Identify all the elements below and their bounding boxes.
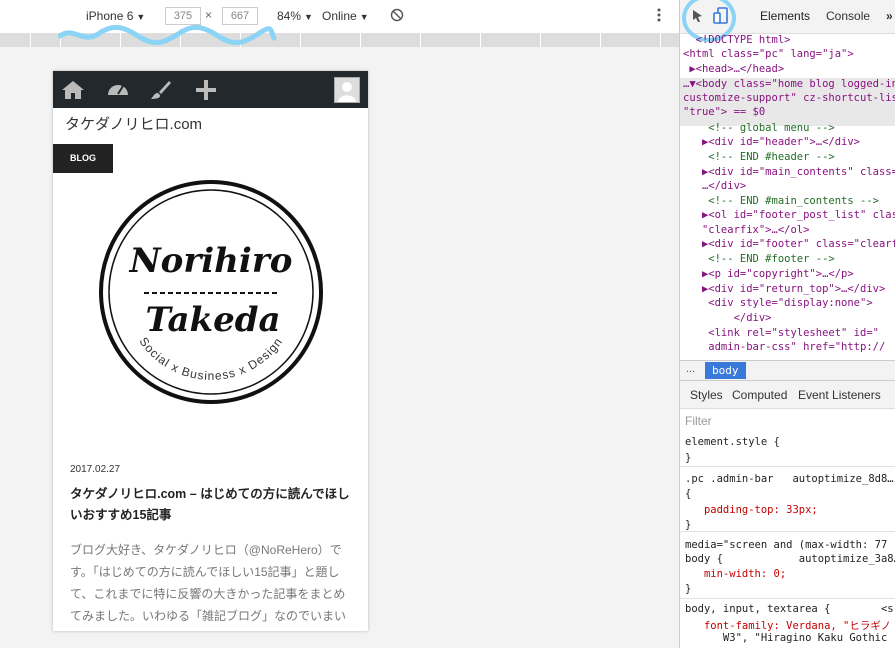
style-rule-line[interactable]: media="screen and (max-width: 77 <box>685 539 887 551</box>
breadcrumb: ... body <box>680 360 895 381</box>
rotate-icon[interactable] <box>390 8 404 25</box>
more-tabs-icon[interactable]: » <box>886 9 893 23</box>
dom-node-line[interactable]: <div style="display:none"> <box>683 297 872 309</box>
tab-console[interactable]: Console <box>826 9 870 23</box>
logo-line1: Norihiro <box>129 241 293 281</box>
device-name: iPhone 6 <box>86 9 134 23</box>
device-select[interactable]: iPhone 6 ▼ <box>86 9 145 23</box>
dom-node-line[interactable]: </div> <box>683 312 772 324</box>
dom-node-line[interactable]: <link rel="stylesheet" id=" <box>683 327 879 339</box>
network-value: Online <box>322 9 357 23</box>
breadcrumb-ellipsis[interactable]: ... <box>686 363 695 375</box>
post-date: 2017.02.27 <box>70 464 121 475</box>
styles-subtabs: Styles Computed Event Listeners <box>680 381 895 409</box>
logo-line2: Takeda <box>145 300 280 340</box>
dom-node-line[interactable]: ▶<div id="header">…</div> <box>683 136 860 148</box>
post-excerpt: ブログ大好き、タケダノリヒロ（@NoReHero）です。「はじめての方に読んでほ… <box>70 543 347 623</box>
emulated-phone-page: タケダノリヒロ.com BLOG Norihiro Takeda Social … <box>53 71 368 631</box>
admin-bar <box>53 71 368 108</box>
network-select[interactable]: Online ▼ <box>322 9 369 23</box>
post-title[interactable]: タケダノリヒロ.com – はじめての方に読んでほしいおすすめ15記事 <box>70 484 350 526</box>
dimension-times: × <box>205 8 213 22</box>
customize-brush-icon[interactable] <box>148 77 174 103</box>
style-rule-line[interactable]: padding-top: 33px; <box>685 504 818 516</box>
tab-event-listeners[interactable]: Event Listeners <box>798 388 881 402</box>
style-rule-line[interactable]: .pc .admin-bar autoptimize_8d8… <box>685 473 894 485</box>
zoom-value: 84% <box>277 9 302 23</box>
chevron-down-icon: ▼ <box>359 12 369 22</box>
zoom-select[interactable]: 84% ▼ <box>277 9 313 23</box>
style-rule-line[interactable]: body, input, textarea { <s <box>685 603 894 615</box>
dom-node-line[interactable]: …</div> <box>683 180 746 192</box>
category-label[interactable]: BLOG <box>53 144 113 173</box>
style-rule-line[interactable]: { <box>685 488 691 500</box>
dom-node-line[interactable]: ▶<ol id="footer_post_list" class= <box>683 209 895 221</box>
home-icon[interactable] <box>60 77 86 103</box>
site-logo[interactable]: Norihiro Takeda Social x Business x Desi… <box>98 179 324 405</box>
dom-node-line[interactable]: <!-- END #footer --> <box>683 253 834 265</box>
style-rule-line[interactable]: element.style { <box>685 436 780 448</box>
highlight-squiggle <box>58 25 277 45</box>
dom-node-line[interactable]: ▶<div id="main_contents" class="clearfix… <box>683 166 895 178</box>
avatar[interactable] <box>334 77 360 103</box>
style-rule-line[interactable]: body { autoptimize_3a8… <box>685 553 895 565</box>
dom-node-line[interactable]: admin-bar-css" href="http:// <box>683 341 885 353</box>
devtools-panel: Elements Console » <!DOCTYPE html> <html … <box>679 0 895 648</box>
height-input[interactable]: 667 <box>222 7 258 25</box>
dom-node-line[interactable]: "clearfix">…</ol> <box>683 224 809 236</box>
device-viewport-area: iPhone 6 ▼ 375 × 667 84% ▼ Online ▼ タケダノ… <box>0 0 679 648</box>
width-input[interactable]: 375 <box>165 7 201 25</box>
chevron-down-icon: ▼ <box>304 12 313 22</box>
dom-node-line[interactable]: …▼<body class="home blog logged-in admin… <box>683 78 895 90</box>
style-rule-line[interactable]: } <box>685 452 691 464</box>
chevron-down-icon: ▼ <box>136 12 146 22</box>
style-rule-line[interactable]: W3", "Hiragino Kaku Gothic <box>685 632 887 644</box>
dom-node-line[interactable]: <!DOCTYPE html> <box>683 34 791 46</box>
dashboard-icon[interactable] <box>105 77 131 103</box>
breadcrumb-body[interactable]: body <box>705 362 746 379</box>
devtools-tabbar: Elements Console » <box>680 0 895 42</box>
tab-styles[interactable]: Styles <box>690 388 723 402</box>
style-rule-line[interactable]: min-width: 0; <box>685 568 786 580</box>
more-options-icon[interactable] <box>656 7 662 26</box>
style-rule-line[interactable]: } <box>685 583 691 595</box>
dom-node-line[interactable]: customize-support" cz-shortcut-listen= <box>683 92 895 104</box>
dom-node-line[interactable]: ▶<head>…</head> <box>683 63 784 75</box>
dom-node-line[interactable]: <!-- global menu --> <box>683 122 834 134</box>
dom-node-line[interactable]: ▶<p id="copyright">…</p> <box>683 268 854 280</box>
dom-node-line[interactable]: <!-- END #header --> <box>683 151 834 163</box>
dom-node-line[interactable]: ▶<div id="footer" class="clearfix"> <box>683 238 895 250</box>
dom-node-line[interactable]: "true"> == $0 <box>683 106 765 118</box>
dom-node-line[interactable]: ▶<div id="return_top">…</div> <box>683 283 885 295</box>
dom-tree: <!DOCTYPE html> <html class="pc" lang="ja… <box>680 34 895 360</box>
dom-node-line[interactable]: <html class="pc" lang="ja"> <box>683 48 854 60</box>
tab-elements[interactable]: Elements <box>760 9 810 23</box>
plus-icon[interactable] <box>193 77 219 103</box>
dom-node-line[interactable]: <!-- END #main_contents --> <box>683 195 879 207</box>
site-title[interactable]: タケダノリヒロ.com <box>65 113 202 134</box>
style-rule-line[interactable]: } <box>685 519 691 531</box>
style-rule-line[interactable]: font-family: Verdana, "ヒラギノ <box>685 618 891 633</box>
tab-computed[interactable]: Computed <box>732 388 787 402</box>
styles-filter-input[interactable]: Filter <box>685 414 712 428</box>
